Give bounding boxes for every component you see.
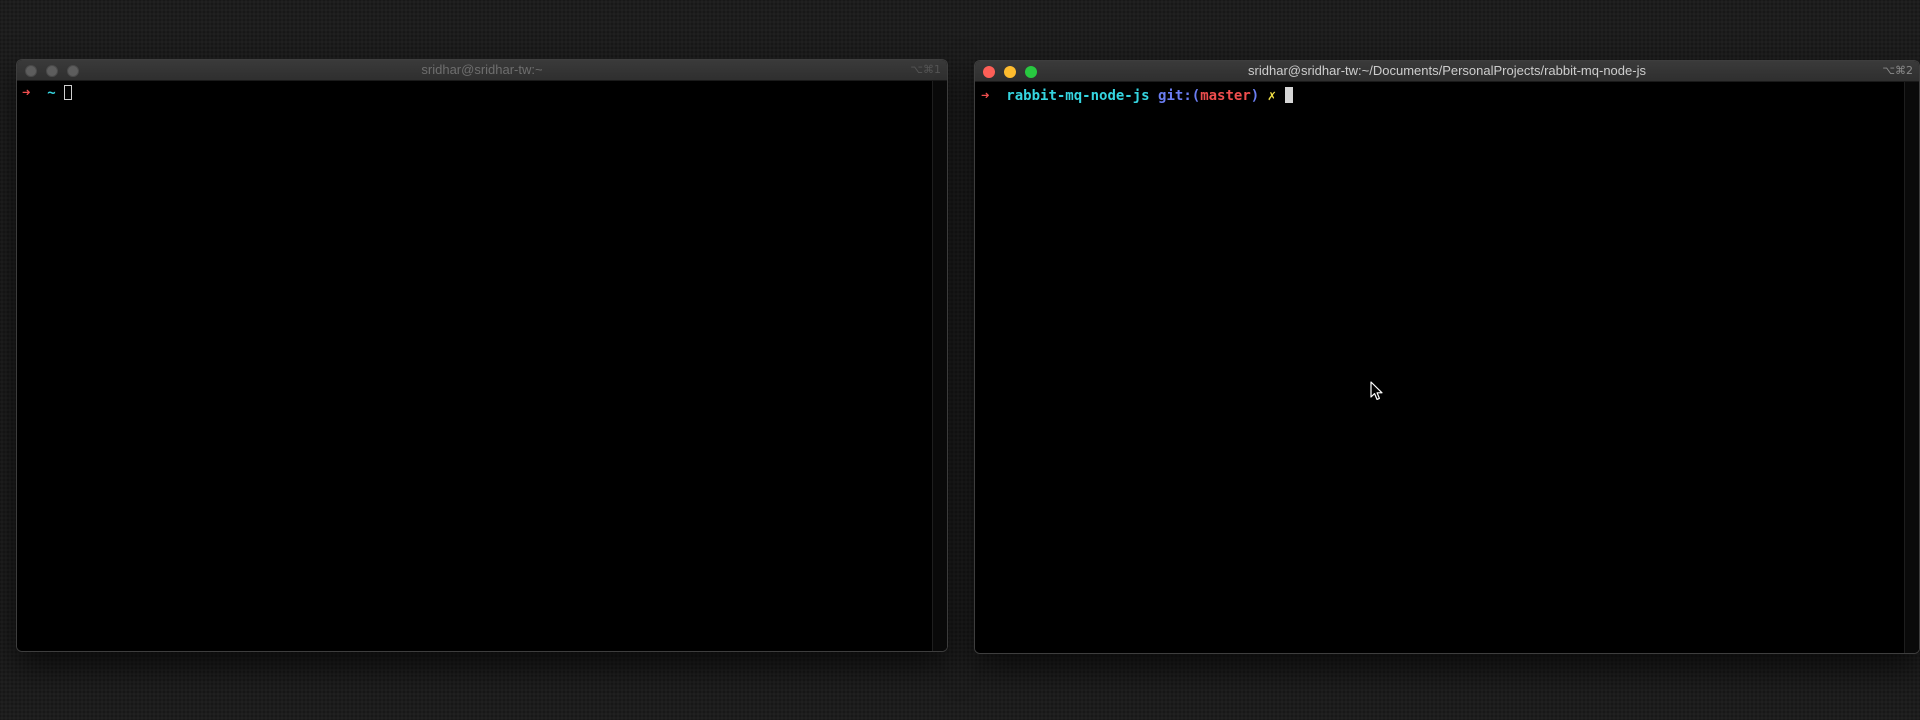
window-title: sridhar@sridhar-tw:~/Documents/PersonalP… — [1248, 63, 1646, 78]
text-cursor — [1284, 87, 1293, 103]
prompt-arrow-icon: ➜ — [22, 85, 31, 101]
title-bar[interactable]: sridhar@sridhar-tw:~ ⌥⌘1 — [17, 60, 947, 81]
prompt-line: ➜ ~ — [22, 84, 73, 102]
prompt-arrow-icon: ➜ — [981, 88, 990, 104]
prompt-cwd: rabbit-mq-node-js — [1006, 88, 1150, 104]
window-title: sridhar@sridhar-tw:~ — [421, 62, 543, 77]
close-button[interactable] — [983, 66, 995, 78]
window-shortcut: ⌥⌘2 — [1882, 64, 1913, 77]
prompt-cwd: ~ — [47, 85, 56, 101]
zoom-button[interactable] — [67, 65, 79, 77]
zoom-button[interactable] — [1025, 66, 1037, 78]
git-label: git: — [1158, 88, 1192, 104]
minimize-button[interactable] — [1004, 66, 1016, 78]
git-dirty-icon: ✗ — [1267, 88, 1277, 104]
title-bar[interactable]: sridhar@sridhar-tw:~/Documents/PersonalP… — [975, 61, 1919, 82]
git-paren-close: ) — [1250, 88, 1260, 104]
mouse-pointer-icon — [1370, 381, 1383, 400]
text-cursor — [64, 85, 73, 100]
minimize-button[interactable] — [46, 65, 58, 77]
close-button[interactable] — [25, 65, 37, 77]
scrollbar[interactable] — [932, 81, 947, 651]
terminal-content[interactable]: ➜ ~ — [17, 81, 947, 651]
window-shortcut: ⌥⌘1 — [910, 63, 941, 76]
terminal-content[interactable]: ➜ rabbit-mq-node-js git:(master) ✗ — [975, 82, 1919, 653]
scrollbar[interactable] — [1904, 82, 1919, 653]
git-paren-open: ( — [1191, 88, 1201, 104]
git-branch: master — [1200, 88, 1251, 104]
terminal-window-right[interactable]: sridhar@sridhar-tw:~/Documents/PersonalP… — [974, 60, 1920, 654]
terminal-window-left[interactable]: sridhar@sridhar-tw:~ ⌥⌘1 ➜ ~ — [16, 59, 948, 652]
prompt-line: ➜ rabbit-mq-node-js git:(master) ✗ — [981, 87, 1293, 105]
